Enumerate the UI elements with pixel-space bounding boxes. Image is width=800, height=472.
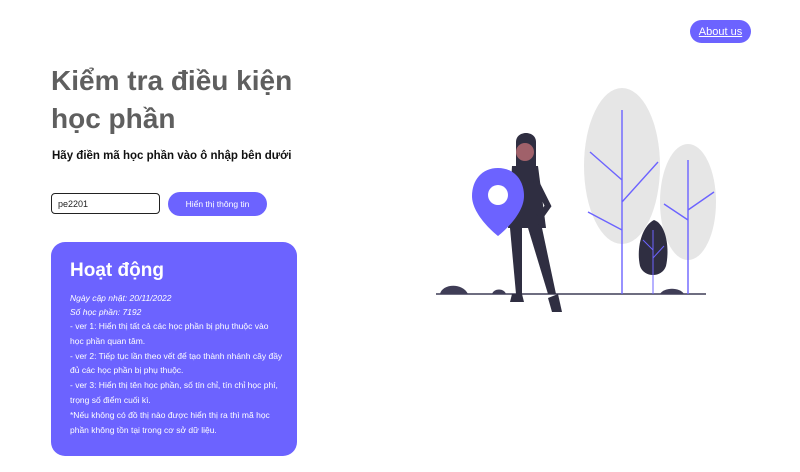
person-figure: [508, 133, 562, 312]
about-us-link[interactable]: About us: [690, 20, 751, 43]
page-title: Kiểm tra điều kiện học phần: [51, 65, 293, 134]
activity-heading: Hoạt động: [70, 260, 164, 281]
course-count: Số học phần: 7192: [70, 307, 142, 317]
illustration: [436, 88, 716, 312]
show-info-button[interactable]: Hiển thị thông tin: [168, 192, 267, 216]
small-tree: [660, 144, 716, 294]
activity-line: - ver 3: Hiển thị tên học phần, số tín c…: [70, 380, 278, 405]
activity-line: - ver 1: Hiển thị tất cả các học phần bị…: [70, 321, 269, 346]
page-subtitle: Hãy điền mã học phần vào ô nhập bên dưới: [52, 150, 292, 162]
update-date: Ngày cập nhật: 20/11/2022: [70, 293, 172, 303]
activity-line: - ver 2: Tiếp tục lần theo vết để tạo th…: [70, 350, 283, 376]
activity-note: *Nếu không có đồ thị nào được hiển thị r…: [70, 409, 270, 435]
course-code-input[interactable]: [51, 193, 160, 214]
activity-card: Hoạt động Ngày cập nhật: 20/11/2022 Số h…: [51, 242, 297, 456]
ground-rocks: [440, 285, 684, 294]
dark-bush: [638, 220, 668, 294]
